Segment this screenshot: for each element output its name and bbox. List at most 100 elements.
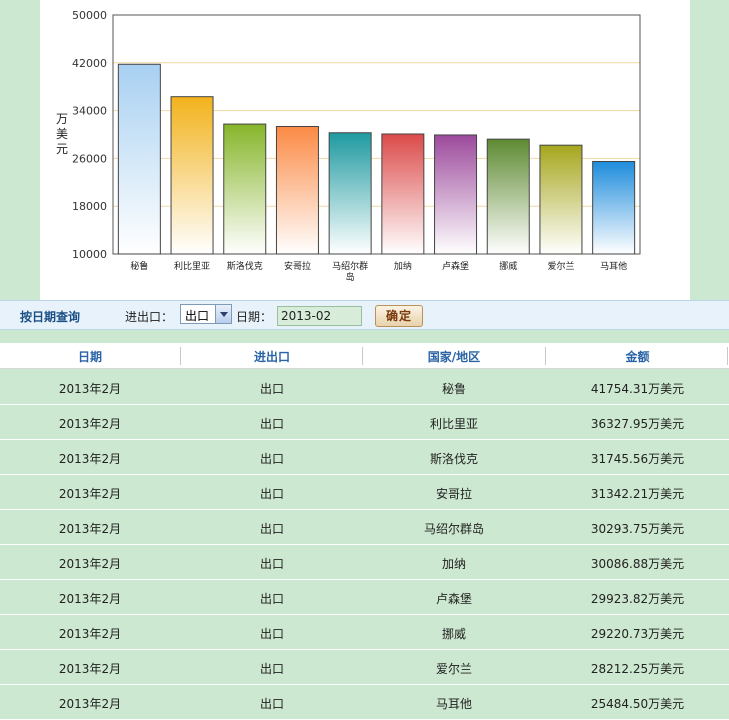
chart-panel: 10000 18000 26000 34000 42000 50000 万美元秘鲁 利比里亚 斯… (40, 0, 690, 300)
bar (170, 96, 214, 255)
bar (486, 138, 530, 255)
y-tick-label: 18000 (72, 200, 107, 213)
chevron-down-icon[interactable] (215, 305, 231, 323)
cell-amount: 29220.73万美元 (590, 627, 685, 641)
cell-amount: 31342.21万美元 (590, 487, 685, 501)
cell-inout: 出口 (259, 592, 284, 606)
inout-label: 进出口： (125, 310, 174, 324)
bar-chart: 10000 18000 26000 34000 42000 50000 万美元秘鲁 利比里亚 斯… (56, 9, 641, 283)
cell-amount: 36327.95万美元 (590, 417, 685, 431)
cell-date: 2013年2月 (58, 627, 122, 641)
x-tick-label: 马绍尔群 (332, 260, 368, 272)
x-tick-label: 马耳他 (600, 260, 627, 272)
cell-country: 马绍尔群岛 (423, 522, 484, 536)
bar (328, 132, 372, 255)
cell-date: 2013年2月 (58, 452, 122, 466)
cell-amount: 41754.31万美元 (590, 382, 685, 396)
query-bar: 按日期查询 进出口： 出口 日期： 确定 (0, 300, 729, 330)
x-tick-label: 爱尔兰 (547, 260, 574, 272)
x-tick-label: 利比里亚 (174, 260, 210, 272)
bar (434, 134, 478, 255)
inout-select-value: 出口 (185, 309, 210, 323)
cell-date: 2013年2月 (58, 697, 122, 711)
cell-country: 卢森堡 (435, 592, 472, 606)
cell-amount: 28212.25万美元 (590, 662, 685, 676)
x-tick-label: 岛 (346, 271, 355, 283)
bar (539, 144, 583, 255)
cell-inout: 出口 (259, 662, 284, 676)
table-row: 2013年2月 出口 卢森堡 29923.82万美元 (0, 580, 729, 615)
header-amount: 金额 (625, 350, 650, 364)
cell-inout: 出口 (259, 452, 284, 466)
table-row: 2013年2月 出口 安哥拉 31342.21万美元 (0, 475, 729, 510)
cell-country: 马耳他 (435, 697, 472, 711)
x-tick-label: 卢森堡 (442, 260, 469, 272)
header-divider (180, 347, 181, 365)
table-row: 2013年2月 出口 利比里亚 36327.95万美元 (0, 405, 729, 440)
header-inout: 进出口 (253, 350, 290, 364)
cell-date: 2013年2月 (58, 487, 122, 501)
y-axis-label: 元 (56, 142, 68, 156)
cell-amount: 25484.50万美元 (590, 697, 685, 711)
cell-inout: 出口 (259, 487, 284, 501)
x-tick-label: 安哥拉 (284, 260, 311, 272)
header-country: 国家/地区 (427, 350, 481, 364)
header-date: 日期 (77, 350, 102, 364)
bar (381, 133, 425, 255)
cell-amount: 31745.56万美元 (590, 452, 685, 466)
bar (117, 63, 161, 255)
cell-inout: 出口 (259, 697, 284, 711)
cell-inout: 出口 (259, 557, 284, 571)
cell-amount: 30293.75万美元 (590, 522, 685, 536)
table-row: 2013年2月 出口 加纳 30086.88万美元 (0, 545, 729, 580)
cell-date: 2013年2月 (58, 522, 122, 536)
cell-amount: 30086.88万美元 (590, 557, 685, 571)
cell-inout: 出口 (259, 627, 284, 641)
cell-amount: 29923.82万美元 (590, 592, 685, 606)
x-tick-label: 秘鲁 (130, 260, 148, 272)
x-tick-label: 挪威 (499, 260, 517, 272)
cell-date: 2013年2月 (58, 382, 122, 396)
cell-date: 2013年2月 (58, 592, 122, 606)
inout-select[interactable]: 出口 (180, 304, 232, 324)
table-row: 2013年2月 出口 爱尔兰 28212.25万美元 (0, 650, 729, 685)
cell-country: 安哥拉 (435, 487, 472, 501)
y-tick-label: 26000 (72, 152, 107, 165)
y-axis-label: 美 (56, 127, 68, 141)
table-body: 2013年2月 出口 秘鲁 41754.31万美元 2013年2月 出口 利比里… (0, 370, 729, 720)
confirm-button[interactable]: 确定 (375, 305, 423, 327)
query-title: 按日期查询 (20, 310, 81, 324)
table-header: 日期 进出口 国家/地区 金额 (0, 343, 729, 369)
cell-country: 利比里亚 (429, 417, 478, 431)
y-tick-label: 10000 (72, 248, 107, 261)
cell-country: 斯洛伐克 (429, 452, 478, 466)
cell-country: 秘鲁 (441, 382, 466, 396)
cell-country: 加纳 (441, 557, 466, 571)
cell-date: 2013年2月 (58, 557, 122, 571)
table-row: 2013年2月 出口 挪威 29220.73万美元 (0, 615, 729, 650)
cell-inout: 出口 (259, 522, 284, 536)
cell-inout: 出口 (259, 417, 284, 431)
y-tick-label: 34000 (72, 105, 107, 118)
bar (592, 160, 636, 255)
cell-country: 挪威 (441, 627, 466, 641)
table-row: 2013年2月 出口 马绍尔群岛 30293.75万美元 (0, 510, 729, 545)
cell-date: 2013年2月 (58, 662, 122, 676)
cell-country: 爱尔兰 (435, 662, 472, 676)
header-divider (362, 347, 363, 365)
cell-date: 2013年2月 (58, 417, 122, 431)
x-tick-label: 斯洛伐克 (227, 260, 263, 272)
y-axis-label: 万 (56, 112, 68, 126)
cell-inout: 出口 (259, 382, 284, 396)
header-divider (727, 347, 728, 365)
date-input[interactable] (277, 306, 362, 326)
x-tick-label: 加纳 (394, 260, 412, 272)
table-row: 2013年2月 出口 秘鲁 41754.31万美元 (0, 370, 729, 405)
bar (223, 123, 267, 255)
table-row: 2013年2月 出口 马耳他 25484.50万美元 (0, 685, 729, 720)
y-tick-label: 42000 (72, 57, 107, 70)
bar (275, 125, 319, 255)
date-label: 日期： (236, 310, 273, 324)
y-tick-label: 50000 (72, 9, 107, 22)
table-row: 2013年2月 出口 斯洛伐克 31745.56万美元 (0, 440, 729, 475)
